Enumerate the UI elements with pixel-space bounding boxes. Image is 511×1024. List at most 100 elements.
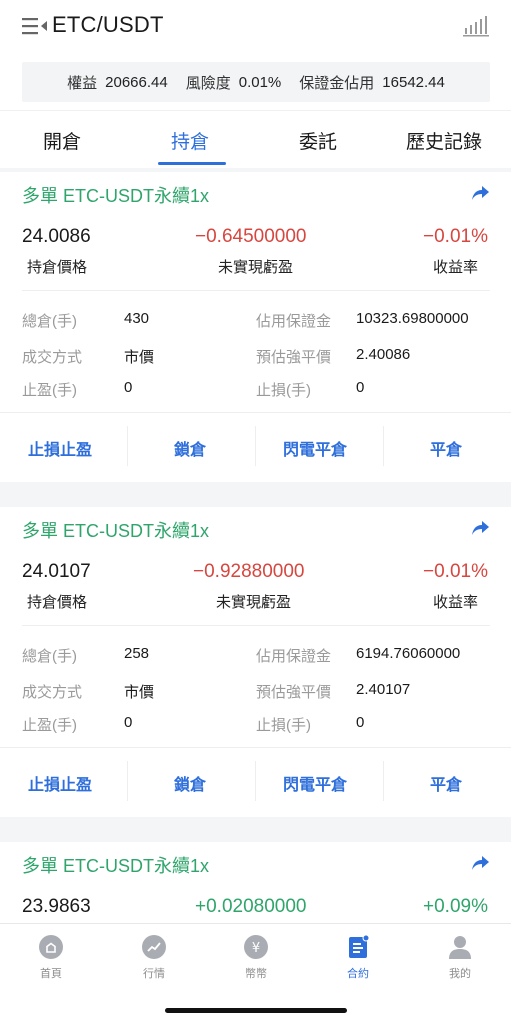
contract-document-icon — [349, 934, 370, 958]
divider — [0, 747, 511, 748]
divider — [255, 761, 256, 801]
entry-price: 24.0086 — [22, 226, 91, 247]
svg-text:¥: ¥ — [252, 941, 260, 956]
share-icon[interactable] — [470, 519, 490, 537]
total-lots-value: 430 — [124, 310, 150, 327]
unrealized-pnl: −0.92880000 — [193, 561, 305, 582]
tab-positions[interactable]: 持倉 — [171, 127, 209, 154]
position-title: 多單 ETC-USDT永續1x — [22, 186, 210, 206]
position-card: 多單 ETC-USDT永續1x 23.9863 +0.02080000 +0.0… — [0, 842, 511, 923]
order-type-value: 市價 — [124, 349, 155, 366]
nav-label: 首頁 — [40, 968, 62, 980]
total-lots-label: 總倉(手) — [22, 648, 77, 665]
divider — [22, 290, 490, 291]
nav-label: 行情 — [143, 968, 165, 980]
tab-open[interactable]: 開倉 — [43, 127, 81, 154]
stop-loss-take-profit-button[interactable]: 止損止盈 — [28, 436, 92, 460]
share-icon[interactable] — [470, 854, 490, 872]
nav-spot[interactable]: ¥ 幣幣 — [226, 934, 286, 981]
order-type-value: 市價 — [124, 684, 155, 701]
nav-label: 幣幣 — [245, 968, 267, 980]
order-type-label: 成交方式 — [22, 349, 83, 366]
active-tab-indicator — [158, 162, 226, 165]
stop-loss-label: 止損(手) — [256, 717, 311, 734]
top-bar: ETC/USDT — [0, 0, 511, 52]
home-indicator — [165, 1008, 347, 1013]
position-title: 多單 ETC-USDT永續1x — [22, 856, 210, 876]
position-tabs: 開倉 持倉 委託 歷史記錄 — [0, 110, 511, 168]
roi: −0.01% — [423, 226, 488, 247]
market-trend-icon — [142, 935, 166, 959]
liquidation-price-label: 預估強平價 — [256, 684, 332, 701]
nav-market[interactable]: 行情 — [124, 934, 184, 981]
nav-label: 合約 — [347, 968, 369, 980]
bar-chart-icon[interactable] — [463, 15, 489, 37]
flash-close-button[interactable]: 閃電平倉 — [283, 771, 347, 795]
entry-price: 24.0107 — [22, 561, 91, 582]
account-summary: 權益 20666.44 風險度 0.01% 保證金佔用 16542.44 — [22, 62, 490, 102]
take-profit-label: 止盈(手) — [22, 382, 77, 399]
home-icon — [39, 935, 63, 959]
roi-label: 收益率 — [432, 594, 478, 611]
position-card: 多單 ETC-USDT永續1x 24.0086 −0.64500000 −0.0… — [0, 172, 511, 482]
stop-loss-value: 0 — [356, 379, 365, 396]
total-lots-label: 總倉(手) — [22, 313, 77, 330]
margin-value: 6194.76060000 — [356, 645, 461, 662]
equity-label: 權益 — [67, 74, 98, 92]
entry-price: 23.9863 — [22, 896, 91, 917]
tab-history[interactable]: 歷史記錄 — [406, 127, 482, 154]
order-type-label: 成交方式 — [22, 684, 83, 701]
share-icon[interactable] — [470, 184, 490, 202]
divider — [22, 625, 490, 626]
liquidation-price-value: 2.40086 — [356, 346, 411, 363]
entry-price-label: 持倉價格 — [27, 259, 88, 276]
tab-orders[interactable]: 委託 — [299, 127, 337, 154]
divider — [255, 426, 256, 466]
take-profit-value: 0 — [124, 379, 133, 396]
nav-profile[interactable]: 我的 — [430, 934, 490, 981]
stop-loss-label: 止損(手) — [256, 382, 311, 399]
margin-value: 10323.69800000 — [356, 310, 469, 327]
divider — [383, 426, 384, 466]
user-profile-icon — [449, 936, 471, 959]
margin-label: 佔用保證金 — [256, 648, 332, 665]
unrealized-pnl-label: 未實現虧盈 — [218, 259, 294, 276]
page-title: ETC/USDT — [52, 12, 164, 37]
take-profit-value: 0 — [124, 714, 133, 731]
flash-close-button[interactable]: 閃電平倉 — [283, 436, 347, 460]
divider — [0, 412, 511, 413]
roi: −0.01% — [423, 561, 488, 582]
divider — [127, 426, 128, 466]
close-position-button[interactable]: 平倉 — [430, 436, 462, 460]
yen-coin-icon: ¥ — [244, 935, 268, 959]
nav-label: 我的 — [449, 968, 471, 980]
roi: +0.09% — [423, 896, 488, 917]
nav-contract[interactable]: 合約 — [328, 934, 388, 981]
margin-used-label: 保證金佔用 — [299, 74, 375, 92]
unrealized-pnl: +0.02080000 — [195, 896, 307, 917]
take-profit-label: 止盈(手) — [22, 717, 77, 734]
divider — [127, 761, 128, 801]
equity-value: 20666.44 — [105, 73, 168, 91]
unrealized-pnl-label: 未實現虧盈 — [216, 594, 292, 611]
stop-loss-value: 0 — [356, 714, 365, 731]
liquidation-price-label: 預估強平價 — [256, 349, 332, 366]
margin-used-value: 16542.44 — [382, 73, 445, 91]
divider — [383, 761, 384, 801]
liquidation-price-value: 2.40107 — [356, 681, 411, 698]
entry-price-label: 持倉價格 — [27, 594, 88, 611]
section-divider — [0, 817, 511, 842]
total-lots-value: 258 — [124, 645, 150, 662]
nav-home[interactable]: 首頁 — [21, 934, 81, 981]
position-card: 多單 ETC-USDT永續1x 24.0107 −0.92880000 −0.0… — [0, 507, 511, 817]
risk-label: 風險度 — [185, 74, 231, 92]
section-divider — [0, 482, 511, 507]
position-title: 多單 ETC-USDT永續1x — [22, 521, 210, 541]
unrealized-pnl: −0.64500000 — [195, 226, 307, 247]
close-position-button[interactable]: 平倉 — [430, 771, 462, 795]
lock-position-button[interactable]: 鎖倉 — [174, 436, 206, 460]
lock-position-button[interactable]: 鎖倉 — [174, 771, 206, 795]
stop-loss-take-profit-button[interactable]: 止損止盈 — [28, 771, 92, 795]
margin-label: 佔用保證金 — [256, 313, 332, 330]
menu-collapse-icon[interactable] — [22, 16, 48, 36]
